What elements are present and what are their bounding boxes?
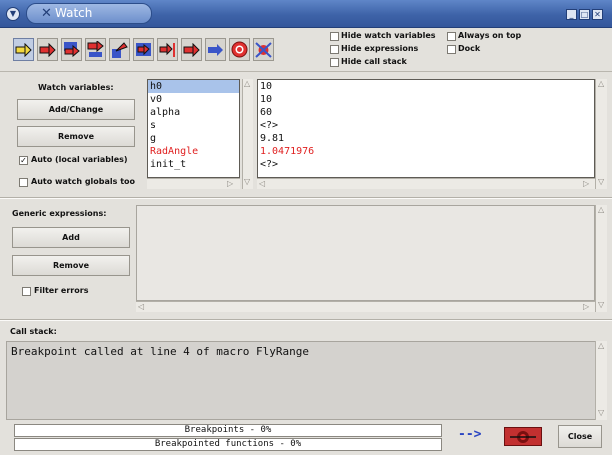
scroll-up-icon[interactable]: △ [598,206,604,214]
watch-name-row[interactable]: v0 [148,93,239,106]
hide-call-stack-label: Hide call stack [341,57,407,66]
remove-watch-button[interactable]: Remove [17,126,135,147]
stop-debug-button[interactable] [504,427,542,446]
watch-names-list[interactable]: h0 v0 alpha s g RadAngle init_t [147,79,240,178]
step-indicator-arrow: --> [458,427,482,442]
step-out-icon[interactable] [109,38,130,61]
watch-name-row[interactable]: init_t [148,158,239,171]
breakpoints-progress: Breakpoints - 0% [14,424,442,437]
auto-local-checkbox[interactable]: ✓ [19,156,28,165]
watch-values-hscrollbar[interactable]: ◁ ▷ [257,178,595,189]
scroll-down-icon[interactable]: ▽ [598,178,604,186]
watch-value-row[interactable]: 10 [258,80,594,93]
watch-value-row[interactable]: 1.0471976 [258,145,594,158]
expressions-heading: Generic expressions: [12,209,107,218]
filter-errors-checkbox[interactable] [22,287,31,296]
watch-name-row[interactable]: s [148,119,239,132]
scroll-down-icon[interactable]: ▽ [598,301,604,309]
expressions-list[interactable] [136,205,595,301]
continue-to-icon[interactable] [133,38,154,61]
watch-value-row[interactable]: 9.81 [258,132,594,145]
auto-local-label: Auto (local variables) [31,155,128,164]
toolbar: Hide watch variables Hide expressions Hi… [0,29,612,72]
run-to-cursor-icon[interactable] [157,38,178,61]
add-expression-button[interactable]: Add [12,227,130,248]
watch-name-row[interactable]: g [148,132,239,145]
callstack-line[interactable]: Breakpoint called at line 4 of macro Fly… [7,342,605,361]
run-icon[interactable] [13,38,34,61]
hide-expressions-label: Hide expressions [341,44,419,53]
expressions-vscrollbar[interactable]: △ ▽ [595,205,607,312]
scroll-right-icon[interactable]: ▷ [227,180,233,188]
window-title-tab[interactable]: ✕ Watch [26,3,152,24]
scroll-up-icon[interactable]: △ [244,80,250,88]
watch-value-row[interactable]: 10 [258,93,594,106]
scroll-up-icon[interactable]: △ [598,80,604,88]
breakpoints-progress-text: Breakpoints - 0% [184,425,272,435]
hide-expressions-checkbox[interactable] [330,45,339,54]
stop-icon [510,430,536,443]
title-bar[interactable]: ▼ ✕ Watch _ □ ✕ [0,0,612,28]
functions-progress: Breakpointed functions - 0% [14,438,442,451]
break-icon[interactable] [181,38,202,61]
scroll-right-icon[interactable]: ▷ [583,180,589,188]
callstack-list[interactable]: Breakpoint called at line 4 of macro Fly… [6,341,606,420]
step-over-icon[interactable] [85,38,106,61]
scroll-down-icon[interactable]: ▽ [598,409,604,417]
scroll-down-icon[interactable]: ▽ [244,178,250,186]
go-icon[interactable] [205,38,226,61]
scroll-right-icon[interactable]: ▷ [583,303,589,311]
auto-globals-checkbox[interactable] [19,178,28,187]
watch-name-row[interactable]: alpha [148,106,239,119]
clear-breakpoints-icon[interactable] [253,38,274,61]
scroll-left-icon[interactable]: ◁ [259,180,265,188]
panel-divider[interactable] [0,319,612,321]
close-window-icon[interactable]: ✕ [592,9,603,20]
panel-divider[interactable] [0,197,612,199]
watch-name-row[interactable]: h0 [148,80,239,93]
callstack-vscrollbar[interactable]: △ ▽ [595,341,607,420]
watch-variables-heading: Watch variables: [38,83,114,92]
step-into-icon[interactable] [61,38,82,61]
watch-name-row[interactable]: RadAngle [148,145,239,158]
callstack-heading: Call stack: [10,327,57,336]
close-tab-icon[interactable]: ✕ [41,4,52,23]
splitter-scrollbar[interactable]: △ ▽ [242,79,253,189]
functions-progress-text: Breakpointed functions - 0% [154,439,302,449]
hide-call-stack-checkbox[interactable] [330,58,339,67]
watch-values-list[interactable]: 10 10 60 <?> 9.81 1.0471976 <?> [257,79,595,178]
always-on-top-label: Always on top [458,31,522,40]
window-menu-icon[interactable]: ▼ [6,7,20,21]
remove-expression-button[interactable]: Remove [12,255,130,276]
always-on-top-checkbox[interactable] [447,32,456,41]
hide-watch-variables-label: Hide watch variables [341,31,436,40]
add-change-button[interactable]: Add/Change [17,99,135,120]
watch-value-row[interactable]: <?> [258,158,594,171]
step-icon[interactable] [37,38,58,61]
auto-globals-label: Auto watch globals too [31,177,136,186]
watch-values-vscrollbar[interactable]: △ ▽ [595,79,607,189]
minimize-icon[interactable]: _ [566,9,577,20]
hide-watch-variables-checkbox[interactable] [330,32,339,41]
expressions-hscrollbar[interactable]: ◁ ▷ [136,301,595,312]
filter-errors-label: Filter errors [34,286,89,295]
watch-value-row[interactable]: <?> [258,119,594,132]
dock-checkbox[interactable] [447,45,456,54]
toggle-breakpoint-icon[interactable] [229,38,250,61]
scroll-up-icon[interactable]: △ [598,342,604,350]
scroll-left-icon[interactable]: ◁ [138,303,144,311]
watch-value-row[interactable]: 60 [258,106,594,119]
close-button[interactable]: Close [558,425,602,448]
window-title: Watch [55,6,93,20]
watch-names-hscrollbar[interactable]: ▷ [147,178,240,189]
dock-label: Dock [458,44,481,53]
maximize-icon[interactable]: □ [579,9,590,20]
